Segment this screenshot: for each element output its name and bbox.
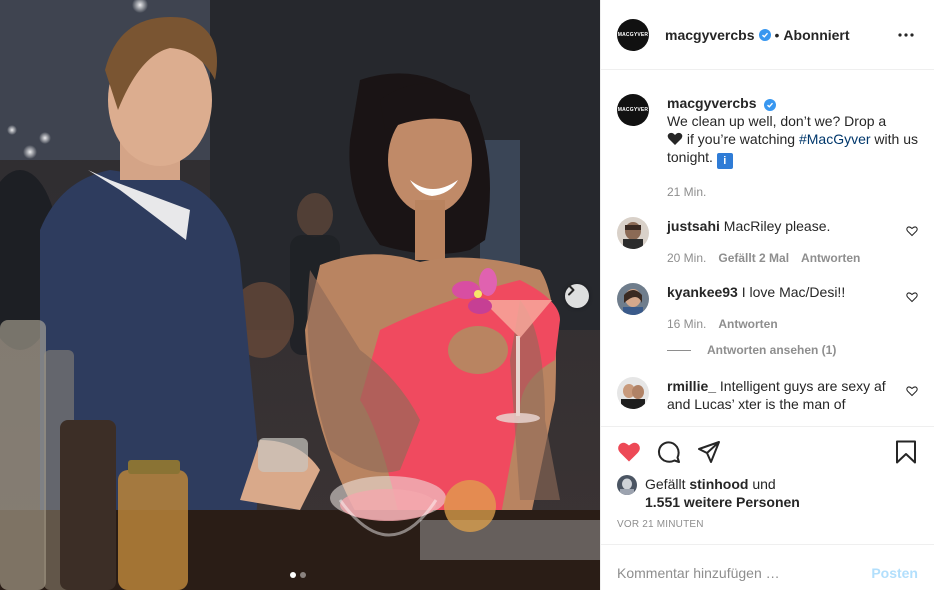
action-icons-row (617, 435, 918, 469)
information-emoji-icon: i (716, 153, 733, 169)
add-comment-bar: Posten (601, 544, 934, 590)
post-photo[interactable] (0, 0, 600, 590)
comment-time[interactable]: 20 Min. (667, 249, 706, 267)
comment-text: I love Mac/Desi!! (741, 284, 846, 300)
bookmark-icon (896, 440, 916, 464)
comment-username[interactable]: justsahi (667, 218, 720, 234)
comment-time[interactable]: 16 Min. (667, 315, 706, 333)
more-options-button[interactable] (894, 23, 918, 47)
caption-username[interactable]: macgyvercbs (667, 95, 757, 111)
post-comment-button[interactable]: Posten (871, 565, 918, 581)
post-header: MACGYVER macgyvercbs • Abonniert (601, 0, 934, 70)
comment-bubble-icon (657, 441, 680, 463)
comment-text: MacRiley please. (723, 218, 831, 234)
avatar-logo-text: MACGYVER (617, 107, 649, 113)
like-comment-heart-icon[interactable] (906, 225, 918, 237)
view-replies-button[interactable]: Antworten ansehen (1) (667, 343, 918, 357)
save-button[interactable] (894, 440, 918, 464)
like-button[interactable] (617, 440, 641, 464)
chevron-right-icon (568, 284, 575, 296)
verified-badge-icon (758, 28, 771, 41)
comment-item: justsahi MacRiley please. 20 Min. Gefäll… (617, 217, 918, 267)
post-actions: Gefällt stinhood und 1.551 weitere Perso… (601, 426, 934, 544)
comment-button[interactable] (657, 440, 681, 464)
replies-divider-line (667, 349, 691, 351)
more-options-icon (898, 32, 914, 37)
comment-avatar[interactable] (617, 377, 649, 409)
carousel-next-button[interactable] (565, 284, 589, 308)
hashtag-link[interactable]: #MacGyver (799, 131, 871, 147)
likes-conjunction: und (752, 476, 776, 492)
instagram-post: MACGYVER macgyvercbs • Abonniert MACGYVE… (0, 0, 934, 590)
share-button[interactable] (697, 440, 721, 464)
post-sidebar: MACGYVER macgyvercbs • Abonniert MACGYVE… (600, 0, 934, 590)
carousel-dot (300, 572, 306, 578)
reply-button[interactable]: Antworten (801, 249, 860, 267)
comment-avatar[interactable] (617, 217, 649, 249)
carousel-dots (290, 572, 306, 578)
caption: MACGYVER macgyvercbs We clean up well, d… (617, 94, 918, 201)
comment-username[interactable]: kyankee93 (667, 284, 738, 300)
liker-username[interactable]: stinhood (689, 476, 748, 492)
view-replies-label: Antworten ansehen (1) (707, 343, 837, 357)
reply-button[interactable]: Antworten (718, 315, 777, 333)
verified-badge-icon (764, 99, 777, 111)
comment-likes-count[interactable]: Gefällt 2 Mal (718, 249, 789, 267)
heart-filled-icon (618, 442, 640, 462)
caption-avatar[interactable]: MACGYVER (617, 94, 649, 126)
header-separator: • (774, 26, 780, 43)
likes-prefix: Gefällt (645, 476, 686, 492)
paper-plane-icon (698, 441, 720, 463)
header-username[interactable]: macgyvercbs (665, 27, 755, 43)
black-heart-emoji-icon (667, 132, 683, 145)
comment-item: kyankee93 I love Mac/Desi!! 16 Min. Antw… (617, 283, 918, 333)
comment-item: rmillie_ Intelligent guys are sexy af an… (617, 377, 918, 413)
carousel-dot-active (290, 572, 296, 578)
photo-illustration (0, 0, 600, 590)
post-timestamp[interactable]: VOR 21 MINUTEN (617, 519, 918, 530)
avatar-logo-text: MACGYVER (617, 31, 649, 38)
comment-input[interactable] (617, 564, 872, 581)
likes-summary: Gefällt stinhood und 1.551 weitere Perso… (617, 475, 918, 511)
follow-status-button[interactable]: Abonniert (783, 27, 849, 43)
caption-text: We clean up well, don’t we? Drop a if yo… (667, 113, 918, 169)
avatar[interactable]: MACGYVER (617, 18, 649, 51)
like-comment-heart-icon[interactable] (906, 385, 918, 397)
like-comment-heart-icon[interactable] (906, 291, 918, 303)
comments-list[interactable]: MACGYVER macgyvercbs We clean up well, d… (601, 70, 934, 426)
comment-avatar[interactable] (617, 283, 649, 315)
comment-username[interactable]: rmillie_ (667, 378, 716, 394)
caption-time[interactable]: 21 Min. (667, 183, 706, 201)
likes-others-count[interactable]: 1.551 weitere Personen (645, 494, 800, 510)
liker-avatar[interactable] (617, 475, 637, 495)
